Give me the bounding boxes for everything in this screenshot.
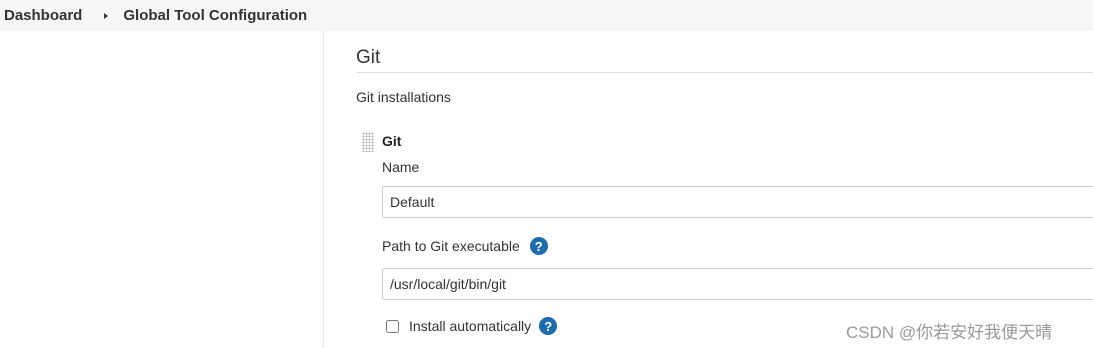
install-automatically-label[interactable]: Install automatically xyxy=(409,318,531,334)
name-input[interactable] xyxy=(382,186,1093,218)
install-automatically-checkbox[interactable] xyxy=(386,319,399,333)
path-field-label: Path to Git executable xyxy=(382,238,520,254)
breadcrumb-dashboard-link[interactable]: Dashboard xyxy=(4,7,82,24)
git-installations-label: Git installations xyxy=(356,89,451,105)
watermark-text: CSDN @你若安好我便天晴 xyxy=(846,323,1053,342)
breadcrumb-global-tool-configuration-link[interactable]: Global Tool Configuration xyxy=(123,7,307,24)
installation-title: Git xyxy=(382,133,402,149)
help-icon[interactable]: ? xyxy=(529,237,548,255)
side-panel xyxy=(0,31,324,348)
section-title: Git xyxy=(356,47,381,68)
breadcrumb: Dashboard Global Tool Configuration xyxy=(0,0,1093,31)
section-divider xyxy=(356,72,1093,73)
name-field-label: Name xyxy=(382,159,420,175)
drag-handle-icon[interactable] xyxy=(362,132,374,152)
chevron-right-icon xyxy=(104,12,109,19)
install-automatically-row: Install automatically ? xyxy=(386,317,558,335)
path-field-label-row: Path to Git executable ? xyxy=(382,237,548,255)
path-to-git-executable-input[interactable] xyxy=(382,268,1093,300)
help-icon[interactable]: ? xyxy=(539,317,558,335)
